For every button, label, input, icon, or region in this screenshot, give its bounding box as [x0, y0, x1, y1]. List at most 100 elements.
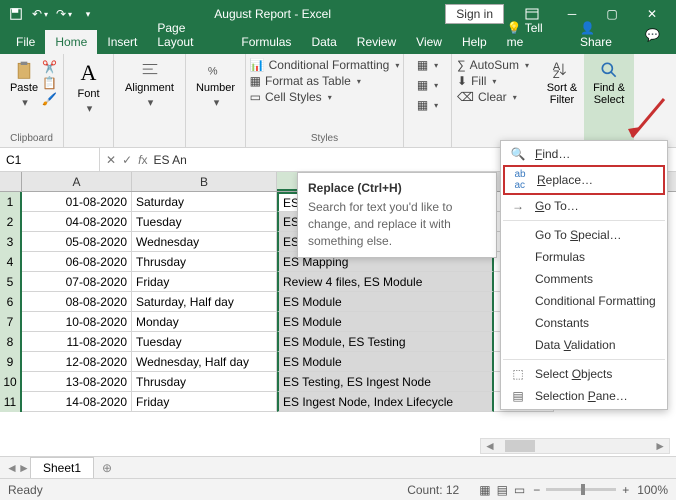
tab-pagelayout[interactable]: Page Layout	[147, 16, 231, 54]
cell[interactable]: Friday	[132, 392, 277, 412]
row-header[interactable]: 4	[0, 252, 22, 272]
clear-button[interactable]: ⌫ Clear▾	[457, 90, 529, 104]
find-select-button[interactable]: Find & Select	[589, 58, 629, 108]
tab-insert[interactable]: Insert	[97, 30, 147, 54]
menu-item[interactable]: ▤Selection Pane…	[501, 385, 667, 407]
tab-data[interactable]: Data	[301, 30, 346, 54]
menu-item[interactable]: abacReplace…	[503, 165, 665, 195]
tab-formulas[interactable]: Formulas	[231, 30, 301, 54]
cell[interactable]: 06-08-2020	[22, 252, 132, 272]
menu-item[interactable]: →Go To…	[501, 195, 667, 217]
row-header[interactable]: 7	[0, 312, 22, 332]
cell[interactable]: Tuesday	[132, 332, 277, 352]
view-normal-icon[interactable]: ▦	[479, 483, 490, 497]
comments-icon[interactable]: 💬	[635, 23, 670, 47]
cell[interactable]: 13-08-2020	[22, 372, 132, 392]
cell[interactable]: 01-08-2020	[22, 192, 132, 212]
menu-item[interactable]: Comments	[501, 268, 667, 290]
row-header[interactable]: 3	[0, 232, 22, 252]
sign-in-button[interactable]: Sign in	[445, 4, 504, 24]
cancel-formula-icon[interactable]: ✕	[106, 153, 116, 167]
zoom-in-icon[interactable]: +	[622, 483, 629, 497]
menu-item[interactable]: Conditional Formatting	[501, 290, 667, 312]
row-header[interactable]: 8	[0, 332, 22, 352]
cell[interactable]: Wednesday	[132, 232, 277, 252]
tab-file[interactable]: File	[6, 30, 45, 54]
autosum-button[interactable]: ∑ AutoSum▾	[457, 58, 529, 72]
qat-customize-icon[interactable]: ▾	[76, 2, 100, 26]
zoom-level[interactable]: 100%	[637, 483, 668, 497]
sort-filter-button[interactable]: AZSort & Filter	[543, 58, 582, 108]
cell[interactable]: Tuesday	[132, 212, 277, 232]
sheet-nav-prev-icon[interactable]: ◄	[6, 461, 18, 475]
number-button[interactable]: %Number▾	[192, 58, 239, 111]
tab-view[interactable]: View	[406, 30, 452, 54]
view-layout-icon[interactable]: ▤	[497, 483, 508, 497]
cut-icon[interactable]: ✂️	[42, 60, 57, 74]
delete-cells-icon[interactable]: ▦▾	[417, 78, 438, 92]
menu-item[interactable]: Formulas	[501, 246, 667, 268]
formula-input[interactable]: ES An	[153, 153, 186, 167]
cell[interactable]: 08-08-2020	[22, 292, 132, 312]
cell-styles-button[interactable]: ▭ Cell Styles▾	[250, 90, 400, 104]
paste-button[interactable]: Paste▾	[6, 58, 42, 111]
fx-icon[interactable]: fx	[138, 153, 147, 167]
redo-icon[interactable]: ↷▾	[52, 2, 76, 26]
tab-review[interactable]: Review	[347, 30, 406, 54]
row-header[interactable]: 11	[0, 392, 22, 412]
cell[interactable]: 07-08-2020	[22, 272, 132, 292]
row-header[interactable]: 9	[0, 352, 22, 372]
horizontal-scrollbar[interactable]: ◄►	[480, 438, 670, 454]
new-sheet-icon[interactable]: ⊕	[94, 458, 120, 478]
cell[interactable]: Saturday, Half day	[132, 292, 277, 312]
cell[interactable]: 10-08-2020	[22, 312, 132, 332]
cell[interactable]: ES Module	[277, 292, 494, 312]
row-header[interactable]: 10	[0, 372, 22, 392]
menu-item[interactable]: ⬚Select Objects	[501, 363, 667, 385]
row-header[interactable]: 6	[0, 292, 22, 312]
cell[interactable]: 11-08-2020	[22, 332, 132, 352]
format-painter-icon[interactable]: 🖌️	[42, 92, 57, 106]
tell-me[interactable]: 💡 Tell me	[497, 16, 570, 54]
menu-item[interactable]: Data Validation	[501, 334, 667, 356]
sheet-tab[interactable]: Sheet1	[30, 457, 94, 478]
cell[interactable]: 14-08-2020	[22, 392, 132, 412]
name-box[interactable]: C1	[0, 148, 100, 171]
zoom-out-icon[interactable]: −	[533, 483, 540, 497]
format-cells-icon[interactable]: ▦▾	[417, 98, 438, 112]
cell[interactable]: Wednesday, Half day	[132, 352, 277, 372]
cell[interactable]: ES Module	[277, 352, 494, 372]
cell[interactable]: Review 4 files, ES Module	[277, 272, 494, 292]
tab-help[interactable]: Help	[452, 30, 497, 54]
row-header[interactable]: 1	[0, 192, 22, 212]
tab-home[interactable]: Home	[45, 30, 97, 54]
fill-button[interactable]: ⬇ Fill▾	[457, 74, 529, 88]
copy-icon[interactable]: 📋	[42, 76, 57, 90]
cell[interactable]: ES Module	[277, 312, 494, 332]
format-as-table-button[interactable]: ▦ Format as Table▾	[250, 74, 400, 88]
row-header[interactable]: 5	[0, 272, 22, 292]
undo-icon[interactable]: ↶▾	[28, 2, 52, 26]
cell[interactable]: ES Testing, ES Ingest Node	[277, 372, 494, 392]
cell[interactable]: 12-08-2020	[22, 352, 132, 372]
cell[interactable]: ES Ingest Node, Index Lifecycle	[277, 392, 494, 412]
alignment-button[interactable]: Alignment▾	[121, 58, 178, 111]
menu-item[interactable]: Constants	[501, 312, 667, 334]
cell[interactable]: 05-08-2020	[22, 232, 132, 252]
sheet-nav-next-icon[interactable]: ►	[18, 461, 30, 475]
font-button[interactable]: AFont▾	[73, 58, 103, 117]
save-icon[interactable]	[4, 2, 28, 26]
enter-formula-icon[interactable]: ✓	[122, 153, 132, 167]
cell[interactable]: Saturday	[132, 192, 277, 212]
cell[interactable]: Thrusday	[132, 252, 277, 272]
cell[interactable]: Friday	[132, 272, 277, 292]
cell[interactable]: Thrusday	[132, 372, 277, 392]
cell[interactable]: 04-08-2020	[22, 212, 132, 232]
menu-item[interactable]: Go To Special…	[501, 224, 667, 246]
cell[interactable]: ES Module, ES Testing	[277, 332, 494, 352]
col-header[interactable]: B	[132, 172, 277, 191]
col-header[interactable]: A	[22, 172, 132, 191]
conditional-formatting-button[interactable]: 📊 Conditional Formatting▾	[250, 58, 400, 72]
zoom-slider[interactable]	[546, 488, 616, 491]
row-header[interactable]: 2	[0, 212, 22, 232]
